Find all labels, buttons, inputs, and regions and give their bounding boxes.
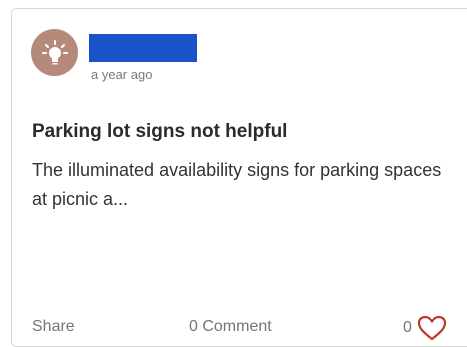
share-button[interactable]: Share: [32, 317, 75, 337]
like-count: 0: [403, 319, 412, 336]
like-button[interactable]: 0: [403, 314, 448, 342]
post-card[interactable]: a year ago Parking lot signs not helpful…: [11, 8, 467, 347]
post-title[interactable]: Parking lot signs not helpful: [32, 119, 287, 145]
heart-outline-icon[interactable]: [416, 314, 448, 342]
avatar[interactable]: [31, 29, 78, 76]
lightbulb-icon: [41, 39, 69, 67]
author-name-redacted[interactable]: [89, 34, 197, 62]
post-excerpt: The illuminated availability signs for p…: [32, 160, 442, 209]
post-timestamp: a year ago: [91, 67, 153, 82]
comment-button[interactable]: 0 Comment: [189, 317, 272, 337]
